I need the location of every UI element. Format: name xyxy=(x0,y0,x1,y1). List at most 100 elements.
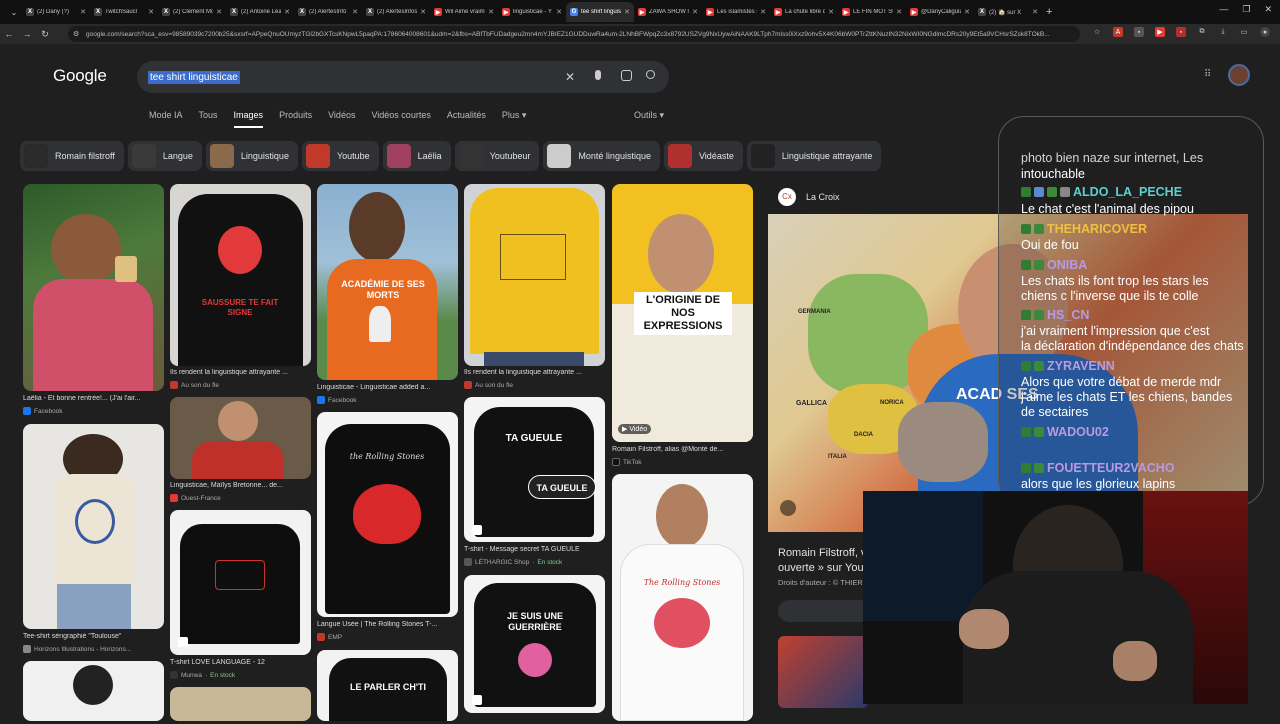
close-tab-icon[interactable]: ✕ xyxy=(828,8,834,16)
puzzle-icon[interactable]: ⧉ xyxy=(1197,27,1207,37)
search-box[interactable]: tee shirt linguisticae ✕ xyxy=(137,61,669,93)
related-search-chip[interactable]: Monté linguistique xyxy=(543,141,660,171)
browser-tab[interactable]: X (2) AlertesInfos ✕ xyxy=(362,2,430,22)
related-search-chip[interactable]: Romain filstroff xyxy=(20,141,124,171)
extension-pdf-icon[interactable]: A xyxy=(1113,27,1123,37)
browser-tab[interactable]: ▶ linguisticae - Y ✕ xyxy=(498,2,566,22)
result-caption[interactable]: Langue Usée | The Rolling Stones T-... xyxy=(317,621,457,628)
image-result[interactable] xyxy=(23,424,164,629)
related-search-chip[interactable]: Vidéaste xyxy=(663,141,743,171)
related-search-chip[interactable]: Linguistique attrayante xyxy=(746,141,882,171)
result-source[interactable]: Ouest-France xyxy=(170,494,221,502)
preview-source[interactable]: La Croix xyxy=(806,192,840,202)
browser-tab[interactable]: ▶ Les islamistes s ✕ xyxy=(702,2,770,22)
save-icon[interactable] xyxy=(178,637,188,647)
image-result[interactable] xyxy=(23,184,164,391)
lens-icon[interactable] xyxy=(621,70,632,81)
result-caption[interactable]: Laëlia - Et bonne rentrée!... (J'ai l'ai… xyxy=(23,395,163,402)
profile-icon[interactable]: ● xyxy=(1260,27,1270,37)
result-source[interactable]: LÉTHARGIC Shop · En stock xyxy=(464,558,562,566)
close-tab-icon[interactable]: ✕ xyxy=(896,8,902,16)
related-search-chip[interactable]: Langue xyxy=(127,141,202,171)
browser-tab[interactable]: X TwitchSaucl ✕ xyxy=(90,2,158,22)
browser-tab[interactable]: X (2) Dany (?) ✕ xyxy=(22,2,90,22)
search-type-tab[interactable]: Tous xyxy=(199,110,218,128)
close-tab-icon[interactable]: ✕ xyxy=(420,8,426,16)
image-result[interactable]: The Rolling Stones xyxy=(612,474,753,721)
close-tab-icon[interactable]: ✕ xyxy=(216,8,222,16)
result-source[interactable]: Au son du fle xyxy=(464,381,513,389)
save-icon[interactable] xyxy=(472,695,482,705)
close-tab-icon[interactable]: ✕ xyxy=(692,8,698,16)
url-field[interactable]: ⚙ google.com/search?sca_esv=98589039c720… xyxy=(68,26,1080,42)
close-tab-icon[interactable]: ✕ xyxy=(624,8,630,16)
account-avatar[interactable] xyxy=(1228,64,1250,86)
image-result[interactable]: TA GUEULE TA GUEULE xyxy=(464,397,605,542)
result-source[interactable]: TikTok xyxy=(612,458,642,466)
browser-tab[interactable]: ▶LE FIN MOT SUR✕ xyxy=(838,2,906,22)
minimize-icon[interactable]: — xyxy=(1219,4,1228,15)
search-type-tab[interactable]: Images xyxy=(233,110,264,128)
image-result[interactable] xyxy=(170,687,311,721)
back-icon[interactable]: ← xyxy=(0,29,18,39)
image-result[interactable]: ACADÉMIE DE SES MORTS xyxy=(317,184,458,380)
browser-tab[interactable]: ▶Wil Aime vraiment✕ xyxy=(430,2,498,22)
result-source[interactable]: Facebook xyxy=(317,396,357,404)
image-result[interactable] xyxy=(23,661,164,721)
image-result[interactable]: JE SUIS UNE GUERRIÈRE xyxy=(464,575,605,713)
search-input[interactable]: tee shirt linguisticae xyxy=(148,71,240,84)
search-type-tab[interactable]: Vidéos courtes xyxy=(371,110,430,128)
browser-tab[interactable]: X (2) AlertesInfo ✕ xyxy=(294,2,362,22)
browser-tab[interactable]: ▶ @DanyCaligula ✕ xyxy=(906,2,974,22)
result-source[interactable]: Facebook xyxy=(23,407,63,415)
image-result[interactable] xyxy=(464,184,605,366)
browser-tab[interactable]: X (2) Antoine Léau ✕ xyxy=(226,2,294,22)
browser-tab[interactable]: ▶ La chute libre d ✕ xyxy=(770,2,838,22)
close-tab-icon[interactable]: ✕ xyxy=(488,8,494,16)
lens-search-icon[interactable] xyxy=(780,500,796,516)
google-apps-icon[interactable]: ⠿ xyxy=(1204,69,1211,80)
close-tab-icon[interactable]: ✕ xyxy=(352,8,358,16)
related-search-chip[interactable]: Laëlia xyxy=(382,141,451,171)
extension-youtube-icon[interactable]: ▶ xyxy=(1155,27,1165,37)
forward-icon[interactable]: → xyxy=(18,29,36,39)
new-tab-button[interactable]: + xyxy=(1046,6,1052,18)
search-type-tab[interactable]: Actualités xyxy=(447,110,486,128)
browser-tab[interactable]: Gtee shirt linguis ✕ xyxy=(566,2,634,22)
result-source[interactable]: EMP xyxy=(317,633,342,641)
result-source[interactable]: Horizons Illustrations - Horizons... xyxy=(23,645,131,653)
close-tab-icon[interactable]: ✕ xyxy=(80,8,86,16)
search-type-tab[interactable]: Vidéos xyxy=(328,110,355,128)
browser-tab[interactable]: X (2) 🏠 sur X ✕ xyxy=(974,2,1042,22)
result-caption[interactable]: Ils rendent la linguistique attrayante .… xyxy=(464,369,604,376)
close-tab-icon[interactable]: ✕ xyxy=(1032,8,1038,16)
result-caption[interactable]: Tee-shirt sérigraphié "Toulouse" xyxy=(23,633,163,640)
extension-red-icon[interactable]: ▪ xyxy=(1176,27,1186,37)
search-icon[interactable] xyxy=(646,70,655,79)
preview-title[interactable]: Romain Filstroff, v ouverte » sur You xyxy=(778,546,866,576)
image-result[interactable] xyxy=(170,510,311,655)
browser-tab[interactable]: ▶ ZAWA SHOW l ✕ xyxy=(634,2,702,22)
image-result[interactable]: SAUSSURE TE FAIT SIGNE xyxy=(170,184,311,366)
maximize-icon[interactable]: ❐ xyxy=(1242,4,1250,15)
result-caption[interactable]: T-shirt LOVE LANGUAGE - 12 xyxy=(170,659,310,666)
image-result[interactable]: L'ORIGINE DE NOS EXPRESSIONS ▶ Vidéo xyxy=(612,184,753,442)
result-caption[interactable]: T-shirt - Message secret TA GUEULE xyxy=(464,546,604,553)
close-tab-icon[interactable]: ✕ xyxy=(556,8,562,16)
search-type-tab[interactable]: Produits xyxy=(279,110,312,128)
close-tab-icon[interactable]: ✕ xyxy=(284,8,290,16)
voice-search-icon[interactable] xyxy=(595,70,601,80)
star-icon[interactable]: ☆ xyxy=(1092,27,1102,37)
save-icon[interactable] xyxy=(472,525,482,535)
result-source[interactable]: Munwa · En stock xyxy=(170,671,235,679)
image-result[interactable]: LE PARLER CH'TI xyxy=(317,650,458,721)
google-logo[interactable]: Google xyxy=(53,66,107,86)
result-source[interactable]: Au son du fle xyxy=(170,381,219,389)
tools-button[interactable]: Outils ▾ xyxy=(634,110,664,121)
result-caption[interactable]: Linguisticae, Maïlys Bretonne... de... xyxy=(170,482,310,489)
image-result[interactable] xyxy=(170,397,311,479)
tab-menu-icon[interactable]: ⌄ xyxy=(6,8,22,17)
download-icon[interactable]: ⤓ xyxy=(1218,27,1228,37)
close-window-icon[interactable]: ✕ xyxy=(1264,4,1272,15)
close-tab-icon[interactable]: ✕ xyxy=(760,8,766,16)
